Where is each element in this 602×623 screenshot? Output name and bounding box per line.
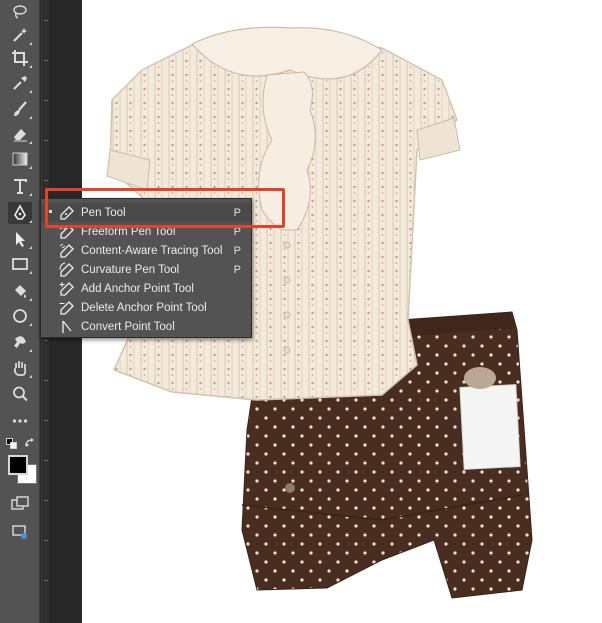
quick-mask-button[interactable]	[8, 493, 32, 515]
more-tools-icon	[12, 419, 28, 423]
paint-bucket-icon	[15, 285, 26, 298]
default-colors-icon[interactable]	[6, 438, 18, 450]
type-tool[interactable]	[8, 175, 32, 197]
brush-tool[interactable]	[8, 98, 32, 120]
tools-panel	[0, 0, 40, 623]
edit-toolbar-button[interactable]	[8, 410, 32, 432]
pen-icon	[14, 204, 26, 220]
crop-icon	[12, 50, 28, 66]
screen-mode-button[interactable]	[8, 521, 32, 543]
annotation-highlight-box	[45, 188, 285, 228]
delete-anchor-point-icon	[59, 300, 74, 315]
path-selection-tool[interactable]	[8, 228, 32, 250]
puppet-warp-tool[interactable]	[8, 331, 32, 353]
zoom-icon	[13, 386, 28, 402]
menu-item-content-aware-tracing-tool[interactable]: Content-Aware Tracing Tool P	[41, 241, 251, 260]
zoom-tool[interactable]	[8, 383, 32, 405]
eyedropper-tool[interactable]	[8, 72, 32, 94]
magic-wand-tool[interactable]	[8, 24, 32, 46]
convert-point-icon	[62, 320, 72, 333]
menu-item-delete-anchor-point-tool[interactable]: Delete Anchor Point Tool	[41, 298, 251, 317]
crop-tool[interactable]	[8, 47, 32, 69]
screen-mode-icon	[12, 525, 27, 539]
content-aware-tracing-icon	[59, 243, 74, 258]
lasso-tool[interactable]	[8, 1, 32, 23]
hand-icon	[13, 361, 27, 376]
menu-item-convert-point-tool[interactable]: Convert Point Tool	[41, 317, 251, 336]
brush-icon	[14, 101, 27, 116]
quick-mask-icon	[11, 496, 29, 510]
ellipse-tool[interactable]	[8, 305, 32, 327]
add-anchor-point-icon	[59, 281, 74, 296]
pen-tool[interactable]	[8, 202, 32, 224]
ellipse-icon	[13, 309, 27, 323]
paint-bucket-tool[interactable]	[8, 280, 32, 302]
rectangle-tool[interactable]	[8, 253, 32, 275]
gradient-tool[interactable]	[8, 148, 32, 170]
eraser-tool[interactable]	[8, 123, 32, 145]
gradient-icon	[12, 152, 28, 166]
puppet-warp-icon	[14, 336, 26, 348]
menu-item-curvature-pen-tool[interactable]: Curvature Pen Tool P	[41, 260, 251, 279]
type-icon	[14, 179, 27, 194]
swap-colors-icon[interactable]	[24, 436, 36, 448]
lasso-icon	[13, 5, 27, 19]
menu-item-add-anchor-point-tool[interactable]: Add Anchor Point Tool	[41, 279, 251, 298]
rectangle-icon	[12, 258, 28, 270]
path-selection-icon	[16, 232, 25, 247]
magic-wand-icon	[13, 28, 27, 42]
eraser-icon	[14, 129, 27, 142]
hand-tool[interactable]	[8, 357, 32, 379]
curvature-pen-icon	[59, 262, 74, 277]
eyedropper-icon	[13, 76, 27, 90]
foreground-color-swatch[interactable]	[8, 455, 28, 475]
